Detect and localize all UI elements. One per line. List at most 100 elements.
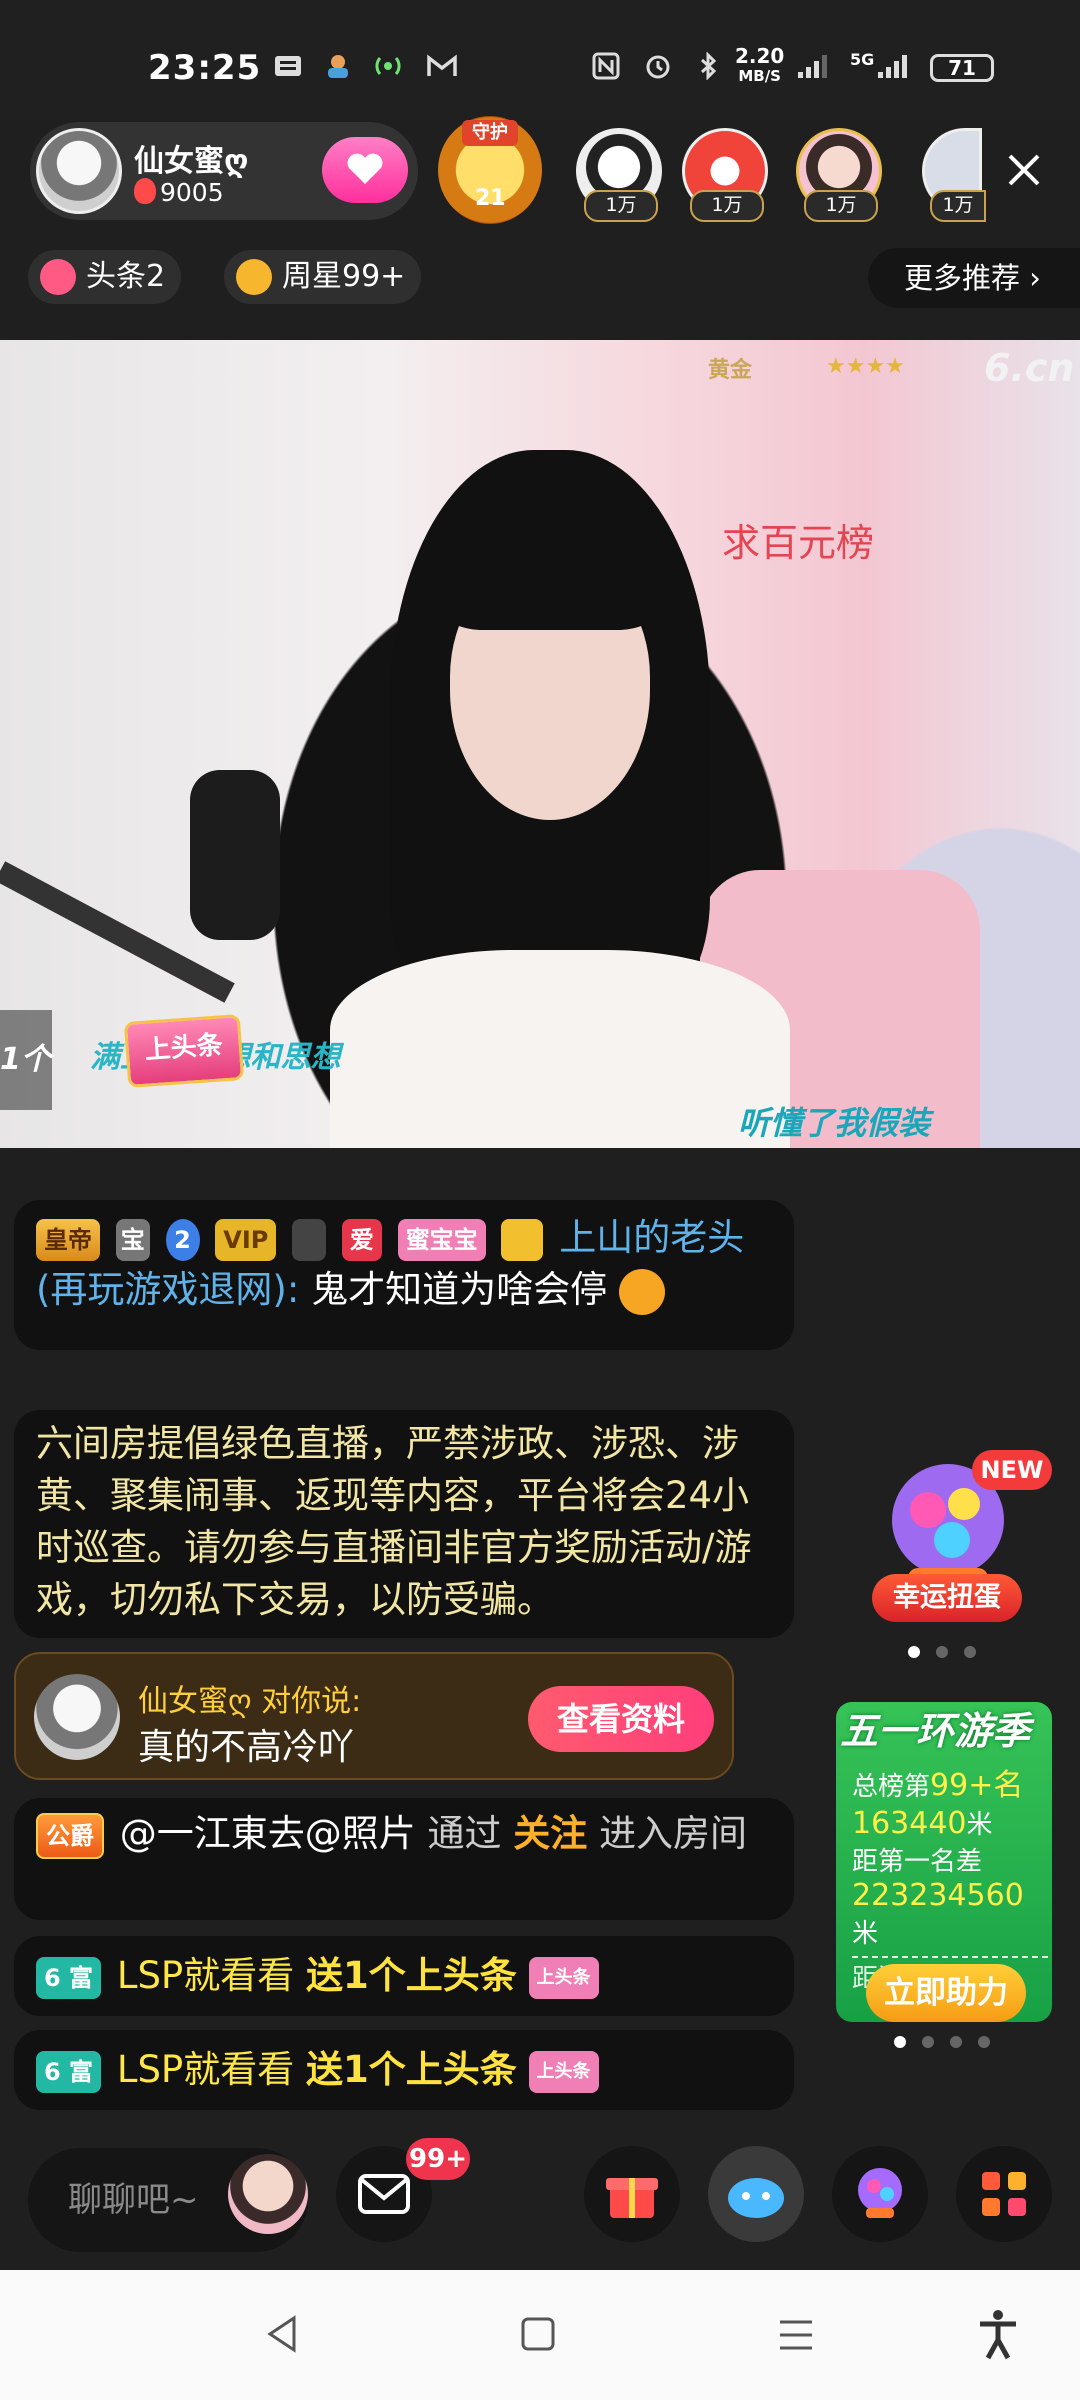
heart-icon <box>347 153 383 184</box>
boost-now-button[interactable]: 立即助力 <box>866 1964 1026 2022</box>
follow-action: 关注 <box>513 1812 588 1855</box>
page-dot <box>964 1646 976 1658</box>
chat-message[interactable]: 皇帝 宝 2 VIP 爱 蜜宝宝 上山的老头(再玩游戏退网): 鬼才知道为啥会停 <box>14 1200 794 1350</box>
video-overlay-text: 求百元榜 <box>722 521 875 565</box>
app-icon <box>328 55 348 78</box>
headline-gift: 上头条 <box>123 1014 245 1088</box>
network-type: 5G <box>850 50 875 69</box>
viewer-badge: 1万 <box>690 190 764 222</box>
back-icon[interactable] <box>262 2312 302 2356</box>
page-dot <box>922 2036 934 2048</box>
mail-badge: 99+ <box>406 2138 470 2180</box>
notice-text: 六间房提倡绿色直播，严禁涉政、涉恐、涉黄、聚集闹事、返现等内容，平台将会24小时… <box>36 1422 752 1621</box>
signal-icon <box>798 55 827 78</box>
page-dot <box>978 2036 990 2048</box>
microphone <box>190 770 280 940</box>
guard-count: 21 <box>475 186 506 211</box>
guard-label: 守护 <box>462 120 518 146</box>
page-dot <box>950 2036 962 2048</box>
emperor-badge: 皇帝 <box>36 1218 100 1261</box>
accessibility-icon[interactable] <box>976 2308 1020 2360</box>
enter-room-message[interactable]: 公爵 @一江東去@照片 通过 关注 进入房间 <box>14 1798 794 1920</box>
nfc-icon <box>592 52 620 80</box>
new-badge: NEW <box>972 1450 1052 1490</box>
page-dot <box>894 2036 906 2048</box>
gift-action: 送1个上头条 <box>306 1954 517 1997</box>
platform-notice: 六间房提倡绿色直播，严禁涉政、涉恐、涉黄、聚集闹事、返现等内容，平台将会24小时… <box>14 1410 794 1638</box>
chevron-right-icon: › <box>1029 261 1041 295</box>
page-dot <box>908 1646 920 1658</box>
anchor-name: 仙女蜜ღ <box>134 144 249 179</box>
rank-stars: ★★★★ <box>826 354 905 379</box>
network-speed: 2.20 MB/S <box>735 44 785 85</box>
wealth-level-badge: 6 富 <box>36 2050 102 2093</box>
user-avatar[interactable] <box>228 2154 308 2234</box>
gmail-icon <box>427 54 457 76</box>
shield-badge: 宝 <box>115 1218 150 1261</box>
gacha-button[interactable] <box>832 2146 928 2242</box>
watermark: 6.cn <box>984 346 1075 390</box>
emoji-icon <box>618 1268 665 1315</box>
promo-page-dots <box>894 2036 990 2048</box>
promo-title: 五一环游季 <box>840 1709 1031 1753</box>
battery-indicator: 71 <box>930 54 994 82</box>
duke-badge: 公爵 <box>36 1812 104 1859</box>
rank-icon <box>292 1218 327 1261</box>
wealth-level-badge: 6 富 <box>36 1956 102 1999</box>
say-message: 真的不高冷吖 <box>138 1727 355 1768</box>
gift-button[interactable] <box>584 2146 680 2242</box>
bluetooth-icon <box>700 52 717 80</box>
gacha-page-dots <box>908 1646 976 1658</box>
star-icon <box>236 259 272 295</box>
gamepad-icon <box>728 2178 784 2218</box>
alarm-icon <box>646 55 670 79</box>
game-button[interactable] <box>708 2146 804 2242</box>
fire-icon <box>134 178 156 204</box>
gift-action: 送1个上头条 <box>306 2048 517 2091</box>
hotspot-icon <box>375 57 401 75</box>
viewer-badge: 1万 <box>584 190 658 222</box>
gift-message[interactable]: 6 富 LSP就看看 送1个上头条 上头条 <box>14 2030 794 2110</box>
gift-username[interactable]: LSP就看看 <box>117 1954 294 1997</box>
notification-icon <box>275 56 301 76</box>
status-time: 23:25 <box>148 48 262 88</box>
gift-box-icon <box>606 2178 658 2218</box>
headline-icon <box>40 259 76 295</box>
home-icon[interactable] <box>520 2316 556 2352</box>
menu-icon[interactable] <box>776 2318 816 2352</box>
streamer-dress <box>330 950 790 1148</box>
headline-tag[interactable]: 头条2 <box>28 250 182 304</box>
gacha-icon <box>858 2168 902 2218</box>
weekly-star-tag[interactable]: 周星99+ <box>224 250 422 304</box>
more-apps-button[interactable] <box>956 2146 1052 2242</box>
more-recommend-button[interactable]: 更多推荐 › <box>868 248 1080 308</box>
say-avatar[interactable] <box>34 1674 120 1760</box>
streamer-bangs <box>440 520 660 630</box>
viewer-badge: 1万 <box>804 190 878 222</box>
say-from: 仙女蜜ღ 对你说: <box>138 1684 362 1719</box>
vip-badge: VIP <box>215 1218 277 1261</box>
enter-username[interactable]: @一江東去@照片 <box>120 1812 416 1855</box>
gift-icon: 上头条 <box>528 2050 599 2093</box>
promo-details: 总榜第99+名 163440米 距第一名差 223234560 米 距游玩地同差 <box>852 1760 1048 1995</box>
rank-badge: 黄金 <box>708 358 753 383</box>
love-badge: 爱 <box>341 1218 382 1261</box>
user-card-icon <box>501 1218 544 1261</box>
anchor-avatar[interactable] <box>36 128 122 214</box>
apps-grid-icon <box>982 2172 1026 2216</box>
fan-club-badge: 蜜宝宝 <box>397 1218 486 1261</box>
anchor-fans-count: 9005 <box>160 178 224 207</box>
signal-5g-icon <box>878 55 907 78</box>
chat-text: 鬼才知道为啥会停 <box>311 1268 608 1311</box>
gift-message[interactable]: 6 富 LSP就看看 送1个上头条 上头条 <box>14 1936 794 2016</box>
close-icon[interactable] <box>1000 146 1048 194</box>
gift-icon: 上头条 <box>528 1956 599 1999</box>
page-dot <box>936 1646 948 1658</box>
gift-count-tab[interactable]: 1个 <box>0 1010 52 1110</box>
viewer-badge: 1万 <box>930 190 986 222</box>
view-profile-button[interactable]: 查看资料 <box>528 1686 714 1752</box>
video-overlay-right: 听懂了我假装 <box>738 1104 931 1142</box>
level-badge: 2 <box>165 1218 200 1261</box>
lucky-gacha-button[interactable]: 幸运扭蛋 <box>872 1574 1022 1622</box>
gift-username[interactable]: LSP就看看 <box>117 2048 294 2091</box>
